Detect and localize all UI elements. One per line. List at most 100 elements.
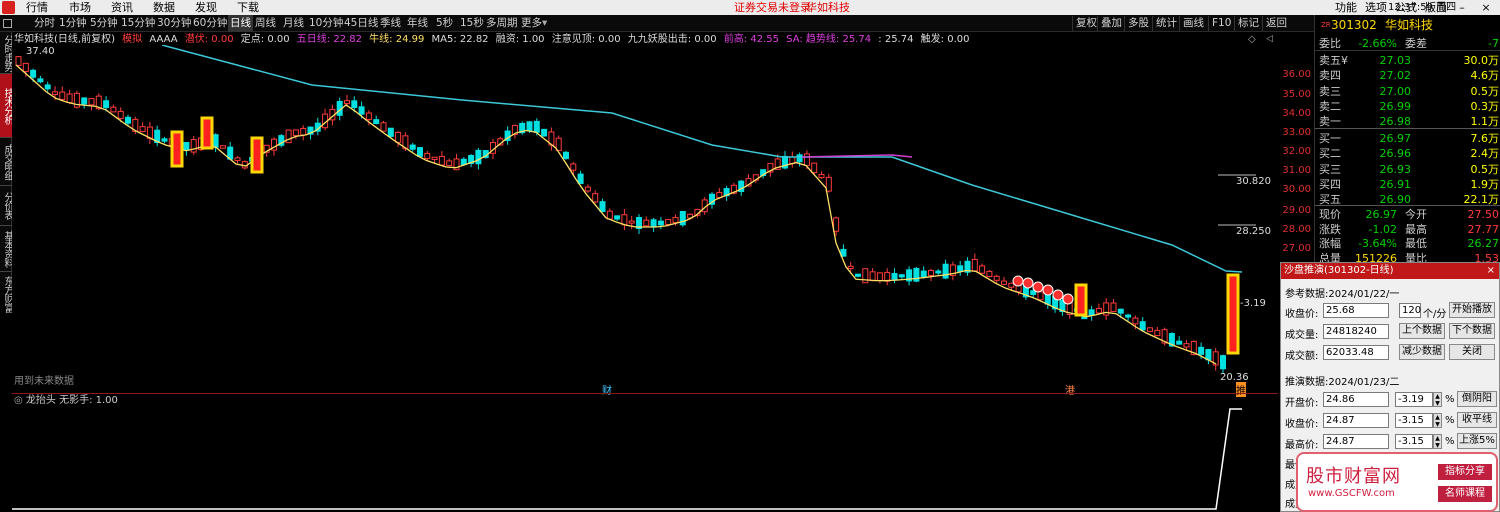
signal-ball — [1032, 281, 1044, 293]
sidetab-fenshi[interactable]: 分时走势 — [0, 32, 12, 74]
btn-f10[interactable]: F10 — [1208, 16, 1231, 31]
marker-cai[interactable]: 财 — [602, 382, 612, 397]
stock-name: 华如科技 — [1385, 18, 1434, 32]
period-15min[interactable]: 15分钟 — [121, 15, 155, 32]
period-multi[interactable]: 多周期 — [486, 15, 518, 32]
sidetab-jiben[interactable]: 基本资料 — [0, 226, 12, 272]
candle-body — [796, 154, 803, 163]
pclose-spinner-icon[interactable]: ▲ ▼ — [1433, 413, 1442, 428]
period-more[interactable]: 更多 — [521, 15, 542, 32]
panel-close-icon[interactable]: × — [1487, 263, 1495, 279]
menu-faxian[interactable]: 发现 — [195, 0, 217, 15]
marker-tui[interactable]: 推 — [1236, 382, 1246, 397]
high-value[interactable]: 24.87 — [1323, 434, 1389, 449]
price-tick: 32.00 — [1282, 146, 1311, 157]
high-pct[interactable]: -3.15 — [1395, 434, 1433, 449]
candle-body — [110, 106, 117, 113]
rise5-button[interactable]: 上涨5% — [1457, 433, 1497, 449]
period-monthly[interactable]: 月线 — [283, 15, 304, 32]
btn-huaxian[interactable]: 画线 — [1179, 16, 1204, 31]
btn-fuquan[interactable]: 复权 — [1072, 16, 1097, 31]
signal-ball — [1062, 293, 1074, 305]
period-daily[interactable]: 日线 — [228, 15, 253, 32]
sidetab-dongfang[interactable]: 东方财富 — [0, 272, 12, 316]
close-value[interactable]: 25.68 — [1323, 303, 1389, 318]
sidetab-fenjia[interactable]: 分价表 — [0, 186, 12, 226]
btn-tongji[interactable]: 统计 — [1152, 16, 1177, 31]
pclose-pct[interactable]: -3.15 — [1395, 413, 1433, 428]
sidetab-jishu[interactable]: 技术分析 — [0, 74, 12, 138]
reverse-candle-button[interactable]: 倒阴阳 — [1457, 391, 1497, 407]
period-fenshi[interactable]: 分时 — [34, 15, 55, 32]
wuyingshou-line — [12, 408, 1242, 510]
collapse-icon[interactable]: ◁ — [1266, 34, 1273, 44]
candle-body — [438, 155, 445, 166]
period-5sec[interactable]: 5秒 — [436, 15, 453, 32]
ask-label: 卖二 — [1319, 99, 1341, 113]
prev-data-button[interactable]: 上个数据 — [1399, 323, 1445, 339]
period-30min[interactable]: 30分钟 — [157, 15, 191, 32]
btn-biaoji[interactable]: 标记 — [1234, 16, 1259, 31]
toggle-box-icon[interactable] — [3, 19, 12, 28]
period-60min[interactable]: 60分钟 — [193, 15, 227, 32]
settings-icon[interactable]: ◇ — [1248, 34, 1256, 45]
candle-body — [628, 220, 635, 224]
flat-close-button[interactable]: 收平线 — [1457, 412, 1497, 428]
period-season[interactable]: 季线 — [380, 15, 401, 32]
btn-fanhui[interactable]: 返回 — [1262, 16, 1287, 31]
pclose-value[interactable]: 24.87 — [1323, 413, 1389, 428]
period-15sec[interactable]: 15秒 — [460, 15, 484, 32]
btn-duogu[interactable]: 多股 — [1124, 16, 1149, 31]
reduce-data-button[interactable]: 减少数据 — [1399, 344, 1445, 360]
close-panel-button[interactable]: 关闭 — [1449, 344, 1495, 360]
period-year[interactable]: 年线 — [407, 15, 428, 32]
menu-hangqing[interactable]: 行情 — [26, 0, 48, 15]
menu-shuju[interactable]: 数据 — [153, 0, 175, 15]
candle-body — [599, 201, 606, 213]
next-data-button[interactable]: 下个数据 — [1449, 323, 1495, 339]
app-logo-icon — [2, 1, 15, 14]
ask-row: 卖五¥ 27.03 30.0万 — [1315, 53, 1500, 68]
candle-body — [614, 215, 621, 220]
ad-badge-course: 名师课程 — [1438, 486, 1492, 502]
vol-value[interactable]: 24818240 — [1323, 324, 1389, 339]
candle-body — [526, 121, 533, 132]
period-weekly[interactable]: 周线 — [255, 15, 276, 32]
amt-value[interactable]: 62033.48 — [1323, 345, 1389, 360]
open-pct[interactable]: -3.19 — [1395, 392, 1433, 407]
menu-gongneng[interactable]: 功能 — [1335, 0, 1357, 15]
main-kline-chart[interactable] — [12, 45, 1278, 393]
sub-indicator-icon[interactable]: ◎ — [14, 395, 26, 406]
mode-badge[interactable]: 模拟 — [122, 34, 142, 45]
close-icon[interactable]: × — [1476, 0, 1496, 15]
period-45day[interactable]: 45日线 — [344, 15, 378, 32]
marker-gang[interactable]: 港 — [1065, 382, 1075, 397]
more-arrow-icon[interactable]: ▾ — [542, 15, 547, 32]
candle-body — [1037, 291, 1044, 301]
bid-row: 买四 26.91 1.9万 — [1315, 177, 1500, 192]
sidetab-chengjiao[interactable]: 成交明细 — [0, 138, 12, 186]
open-spinner-icon[interactable]: ▲ ▼ — [1433, 392, 1442, 407]
menu-xuanxiang[interactable]: 选项 — [1365, 0, 1387, 15]
weicha-value: -7 — [1488, 37, 1499, 50]
btn-diejia[interactable]: 叠加 — [1097, 16, 1122, 31]
period-5min[interactable]: 5分钟 — [90, 15, 118, 32]
candle-body — [971, 258, 978, 272]
high-spinner-icon[interactable]: ▲ ▼ — [1433, 434, 1442, 449]
menu-xiazai[interactable]: 下载 — [237, 0, 259, 15]
period-1min[interactable]: 1分钟 — [59, 15, 87, 32]
indicator-sa: SA: — [786, 34, 806, 45]
candle-body — [803, 153, 810, 166]
login-status[interactable]: 证券交易未登录 — [734, 0, 811, 15]
future-data-note: 用到未来数据 — [14, 376, 74, 387]
menu-zixun[interactable]: 资讯 — [111, 0, 133, 15]
speed-input[interactable]: 120 — [1399, 303, 1421, 318]
panel-divider — [12, 393, 1278, 394]
start-play-button[interactable]: 开始播放 — [1449, 302, 1495, 318]
open-value[interactable]: 24.86 — [1323, 392, 1389, 407]
candle-body — [563, 151, 569, 159]
ad-url: www.GSCFW.com — [1308, 488, 1395, 499]
menu-shichang[interactable]: 市场 — [69, 0, 91, 15]
sub-indicator-chart[interactable] — [12, 406, 1278, 512]
period-10min[interactable]: 10分钟 — [309, 15, 343, 32]
